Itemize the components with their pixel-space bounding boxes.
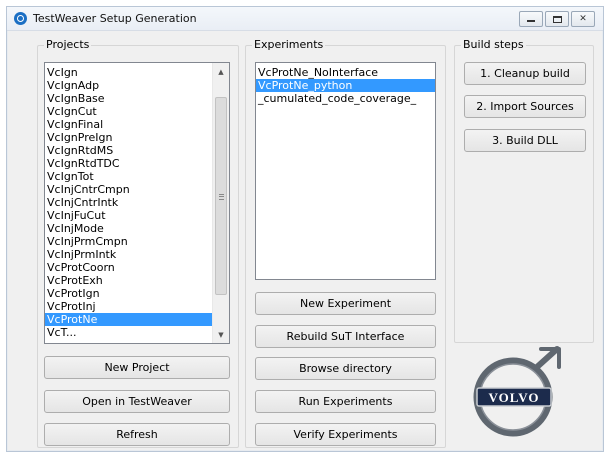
open-in-testweaver-button[interactable]: Open in TestWeaver xyxy=(44,390,230,413)
list-item[interactable]: VcInjCntrCmpn xyxy=(45,183,229,196)
list-item[interactable]: VcIgnCut xyxy=(45,105,229,118)
maximize-icon xyxy=(552,15,562,23)
close-button[interactable]: ✕ xyxy=(571,11,595,27)
list-item[interactable]: VcInjPrmCmpn xyxy=(45,235,229,248)
list-item[interactable]: VcProtInj xyxy=(45,300,229,313)
list-item[interactable]: VcProtNe_NoInterface xyxy=(256,66,435,79)
build-dll-button[interactable]: 3. Build DLL xyxy=(464,129,586,152)
close-icon: ✕ xyxy=(579,13,587,24)
import-sources-button[interactable]: 2. Import Sources xyxy=(464,95,586,118)
projects-items: VcIgn VcIgnAdp VcIgnBase VcIgnCut VcIgnFinal… xyxy=(45,63,229,339)
list-item[interactable]: VcIgnAdp xyxy=(45,79,229,92)
list-item[interactable]: _cumulated_code_coverage_ xyxy=(256,92,435,105)
list-item[interactable]: VcIgnRtdMS xyxy=(45,144,229,157)
minimize-button[interactable] xyxy=(519,11,543,27)
projects-scrollbar[interactable]: ▲ ▼ xyxy=(212,63,229,343)
list-item[interactable]: VcIgnRtdTDC xyxy=(45,157,229,170)
scroll-down-icon[interactable]: ▼ xyxy=(213,326,229,343)
list-item[interactable]: VcIgnPreIgn xyxy=(45,131,229,144)
list-item[interactable]: VcProtNe_python xyxy=(256,79,435,92)
cleanup-build-button[interactable]: 1. Cleanup build xyxy=(464,62,586,85)
list-item[interactable]: VcProtIgn xyxy=(45,287,229,300)
projects-group: Projects VcIgn VcIgnAdp VcIgnBase VcIgnCut V… xyxy=(37,38,239,448)
minimize-icon xyxy=(527,20,535,22)
list-item[interactable]: VcInjFuCut xyxy=(45,209,229,222)
maximize-button[interactable] xyxy=(545,11,569,27)
grip-icon xyxy=(219,194,224,200)
projects-group-label: Projects xyxy=(44,38,92,51)
build-steps-group-label: Build steps xyxy=(461,38,526,51)
browse-directory-button[interactable]: Browse directory xyxy=(255,357,436,380)
list-item[interactable]: VcInjMode xyxy=(45,222,229,235)
window-controls: ✕ xyxy=(519,11,595,27)
list-item[interactable]: VcProtCoorn xyxy=(45,261,229,274)
run-experiments-button[interactable]: Run Experiments xyxy=(255,390,436,413)
experiments-group: Experiments VcProtNe_NoInterface VcProtNe… xyxy=(245,38,446,448)
rebuild-sut-interface-button[interactable]: Rebuild SuT Interface xyxy=(255,325,436,348)
new-experiment-button[interactable]: New Experiment xyxy=(255,292,436,315)
list-item[interactable]: VcProtNe xyxy=(45,313,229,326)
projects-listbox[interactable]: VcIgn VcIgnAdp VcIgnBase VcIgnCut VcIgnFinal… xyxy=(44,62,230,344)
list-item[interactable]: VcIgnBase xyxy=(45,92,229,105)
scroll-up-icon[interactable]: ▲ xyxy=(213,63,229,80)
list-item[interactable]: VcT... xyxy=(45,326,229,339)
list-item[interactable]: VcInjPrmIntk xyxy=(45,248,229,261)
verify-experiments-button[interactable]: Verify Experiments xyxy=(255,423,436,446)
list-item[interactable]: VcProtExh xyxy=(45,274,229,287)
list-item[interactable]: VcIgnFinal xyxy=(45,118,229,131)
title-bar[interactable]: TestWeaver Setup Generation ✕ xyxy=(7,7,603,31)
build-steps-group: Build steps 1. Cleanup build 2. Import S… xyxy=(454,38,594,343)
experiments-items: VcProtNe_NoInterface VcProtNe_python _cumu… xyxy=(256,63,435,105)
window-title: TestWeaver Setup Generation xyxy=(33,12,197,25)
volvo-wordmark: VOLVO xyxy=(489,390,540,405)
scrollbar-thumb[interactable] xyxy=(215,97,227,295)
list-item[interactable]: VcIgn xyxy=(45,66,229,79)
volvo-logo: VOLVO xyxy=(473,346,561,437)
new-project-button[interactable]: New Project xyxy=(44,356,230,379)
app-icon xyxy=(14,12,27,25)
refresh-button[interactable]: Refresh xyxy=(44,423,230,446)
experiments-group-label: Experiments xyxy=(252,38,326,51)
list-item[interactable]: VcIgnTot xyxy=(45,170,229,183)
list-item[interactable]: VcInjCntrIntk xyxy=(45,196,229,209)
experiments-listbox[interactable]: VcProtNe_NoInterface VcProtNe_python _cumu… xyxy=(255,62,436,280)
